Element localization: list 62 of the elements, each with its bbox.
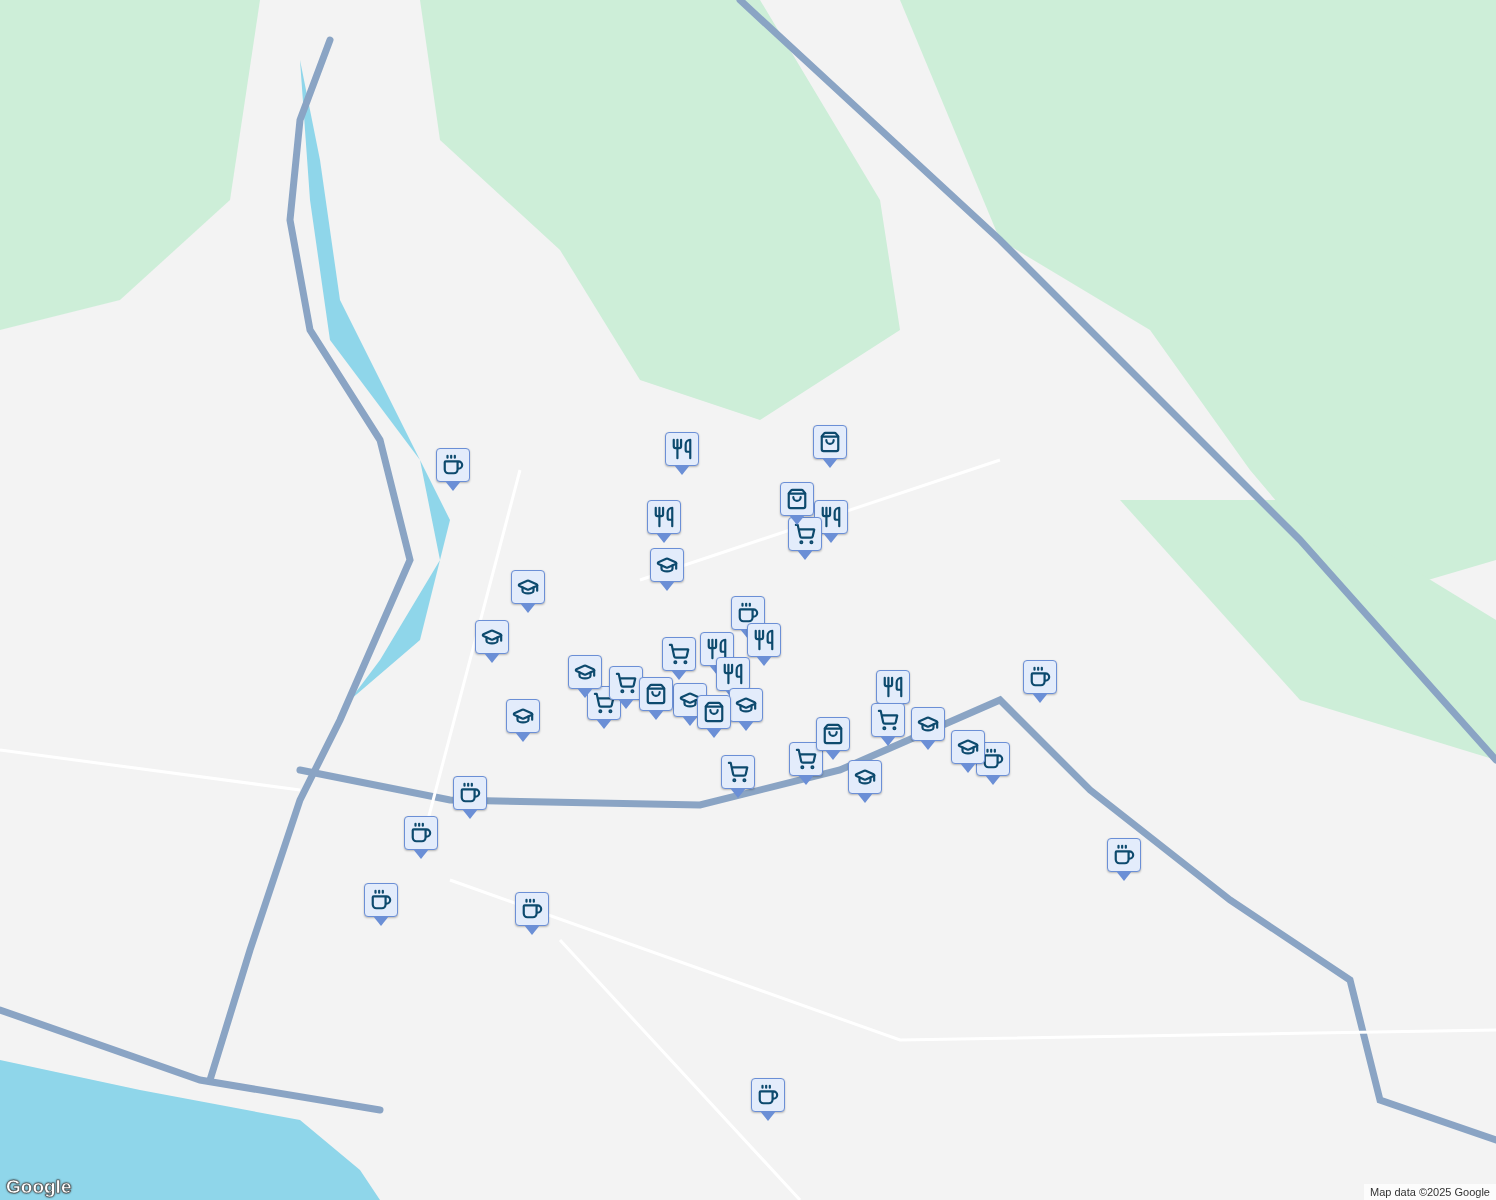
map-marker[interactable]: [729, 688, 763, 732]
map-marker[interactable]: [747, 623, 781, 667]
map-marker[interactable]: [789, 742, 823, 786]
fork-knife-icon: [722, 663, 744, 685]
attribution-text: Map data ©2025 Google: [1363, 1184, 1496, 1200]
map-marker[interactable]: [871, 703, 905, 747]
map-marker[interactable]: [751, 1078, 785, 1122]
map-marker[interactable]: [436, 448, 470, 492]
shopping-bag-icon: [645, 683, 667, 705]
map-marker[interactable]: [911, 707, 945, 751]
map-marker[interactable]: [662, 637, 696, 681]
map-marker[interactable]: [453, 776, 487, 820]
fork-knife-icon: [671, 438, 693, 460]
map-marker[interactable]: [650, 548, 684, 592]
map-marker[interactable]: [609, 666, 643, 710]
shopping-cart-icon: [795, 748, 817, 770]
map-marker[interactable]: [697, 695, 731, 739]
map-marker[interactable]: [568, 655, 602, 699]
map-marker[interactable]: [404, 816, 438, 860]
map-marker[interactable]: [788, 517, 822, 561]
coffee-cup-icon: [410, 822, 432, 844]
map-marker[interactable]: [951, 730, 985, 774]
map-marker[interactable]: [647, 500, 681, 544]
map-marker[interactable]: [813, 425, 847, 469]
shopping-bag-icon: [822, 723, 844, 745]
coffee-cup-icon: [1113, 844, 1135, 866]
coffee-cup-icon: [757, 1084, 779, 1106]
coffee-cup-icon: [737, 602, 759, 624]
map-marker[interactable]: [1107, 838, 1141, 882]
coffee-cup-icon: [459, 782, 481, 804]
map-marker[interactable]: [364, 883, 398, 927]
fork-knife-icon: [706, 638, 728, 660]
coffee-cup-icon: [521, 898, 543, 920]
map-marker[interactable]: [475, 620, 509, 664]
map-marker[interactable]: [848, 760, 882, 804]
fork-knife-icon: [753, 629, 775, 651]
coffee-cup-icon: [982, 748, 1004, 770]
shopping-bag-icon: [819, 431, 841, 453]
map-marker[interactable]: [1023, 660, 1057, 704]
coffee-cup-icon: [442, 454, 464, 476]
shopping-cart-icon: [615, 672, 637, 694]
fork-knife-icon: [820, 506, 842, 528]
map-marker[interactable]: [665, 432, 699, 476]
shopping-bag-icon: [786, 488, 808, 510]
map-marker[interactable]: [506, 699, 540, 743]
fork-knife-icon: [653, 506, 675, 528]
coffee-cup-icon: [1029, 666, 1051, 688]
map-marker[interactable]: [511, 570, 545, 614]
map-marker[interactable]: [515, 892, 549, 936]
shopping-cart-icon: [727, 761, 749, 783]
shopping-cart-icon: [593, 692, 615, 714]
map-marker[interactable]: [721, 755, 755, 799]
map-marker[interactable]: [780, 482, 814, 526]
shopping-cart-icon: [877, 709, 899, 731]
map-logo: Google: [6, 1176, 72, 1198]
shopping-cart-icon: [668, 643, 690, 665]
coffee-cup-icon: [370, 889, 392, 911]
map-marker[interactable]: [639, 677, 673, 721]
fork-knife-icon: [882, 676, 904, 698]
shopping-bag-icon: [703, 701, 725, 723]
map-marker[interactable]: [816, 717, 850, 761]
shopping-cart-icon: [794, 523, 816, 545]
